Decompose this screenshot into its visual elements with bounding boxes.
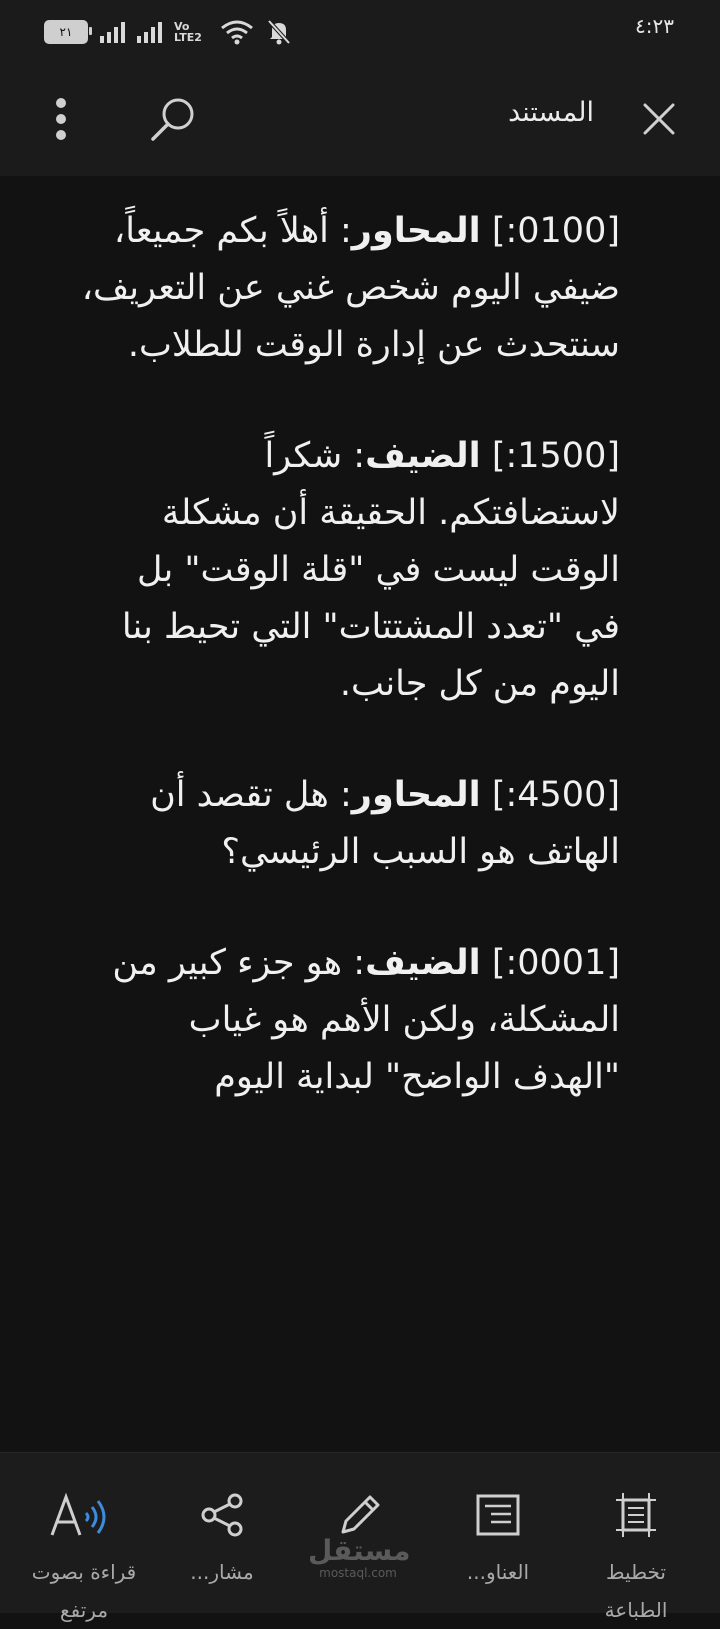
close-button[interactable]: [634, 94, 684, 144]
search-icon: [151, 98, 194, 141]
transcript-paragraph: [0001:] الضيف: هو جزء كبير من المشكلة، و…: [80, 935, 620, 1106]
timestamp: [0100:]: [491, 211, 620, 251]
status-bar: ٢١ Vo LTE2 ٤:٢٣: [0, 0, 720, 62]
read-aloud-button[interactable]: قراءة بصوت مرتفع: [12, 1453, 156, 1622]
document-body[interactable]: [0100:] المحاور: أهلاً بكم جميعاً، ضيفي …: [0, 176, 720, 1452]
speaker-name: المحاور: [351, 211, 481, 251]
watermark: مستقل mostaql.com: [308, 1534, 411, 1581]
status-icons: ٢١ Vo LTE2: [44, 18, 292, 46]
headings-button[interactable]: العناو...: [426, 1453, 570, 1613]
read-aloud-icon: [50, 1492, 106, 1536]
transcript-paragraph: [0100:] المحاور: أهلاً بكم جميعاً، ضيفي …: [80, 203, 620, 374]
top-toolbar: المستند: [0, 62, 720, 176]
mute-bell-icon: [267, 19, 291, 45]
volte-icon: Vo LTE2: [174, 20, 202, 44]
speaker-name: الضيف: [365, 943, 481, 983]
transcript-paragraph: [1500:] الضيف: شكراً لاستضافتكم. الحقيقة…: [80, 428, 620, 713]
paragraph-text: : شكراً لاستضافتكم. الحقيقة أن مشكلة الو…: [121, 436, 620, 704]
print-layout-button[interactable]: تخطيط الطباعة: [564, 1453, 708, 1622]
wifi-icon: [221, 20, 253, 45]
signal-icon-1: [100, 21, 125, 43]
print-layout-label: تخطيط الطباعة: [604, 1560, 668, 1622]
share-label: مشار...: [190, 1560, 254, 1584]
speaker-name: الضيف: [365, 436, 481, 476]
more-options-button[interactable]: [46, 92, 76, 146]
read-aloud-label: قراءة بصوت مرتفع: [31, 1560, 137, 1622]
bottom-action-bar: قراءة بصوت مرتفع مشار... العناو... تخطيط…: [0, 1452, 720, 1622]
battery-icon: ٢١: [44, 20, 92, 44]
watermark-sub: mostaql.com: [319, 1566, 397, 1580]
more-vertical-icon: [56, 98, 66, 140]
timestamp: [1500:]: [491, 436, 620, 476]
share-button[interactable]: مشار...: [150, 1453, 294, 1613]
headings-icon: [476, 1494, 520, 1536]
watermark-main: مستقل: [308, 1534, 411, 1567]
headings-label: العناو...: [466, 1560, 530, 1584]
share-icon: [201, 1493, 243, 1537]
pen-icon: [341, 1495, 380, 1534]
speaker-name: المحاور: [351, 775, 481, 815]
signal-icon-2: [137, 21, 162, 43]
document-title: المستند: [508, 97, 594, 128]
edit-button[interactable]: [288, 1453, 432, 1613]
battery-level: ٢١: [59, 25, 73, 39]
search-button[interactable]: [146, 92, 200, 146]
print-layout-icon: [616, 1493, 656, 1537]
transcript-paragraph: [4500:] المحاور: هل تقصد أن الهاتف هو ال…: [80, 767, 620, 881]
timestamp: [4500:]: [491, 775, 620, 815]
timestamp: [0001:]: [491, 943, 620, 983]
close-icon: [643, 103, 675, 135]
status-time: ٤:٢٣: [635, 14, 674, 38]
